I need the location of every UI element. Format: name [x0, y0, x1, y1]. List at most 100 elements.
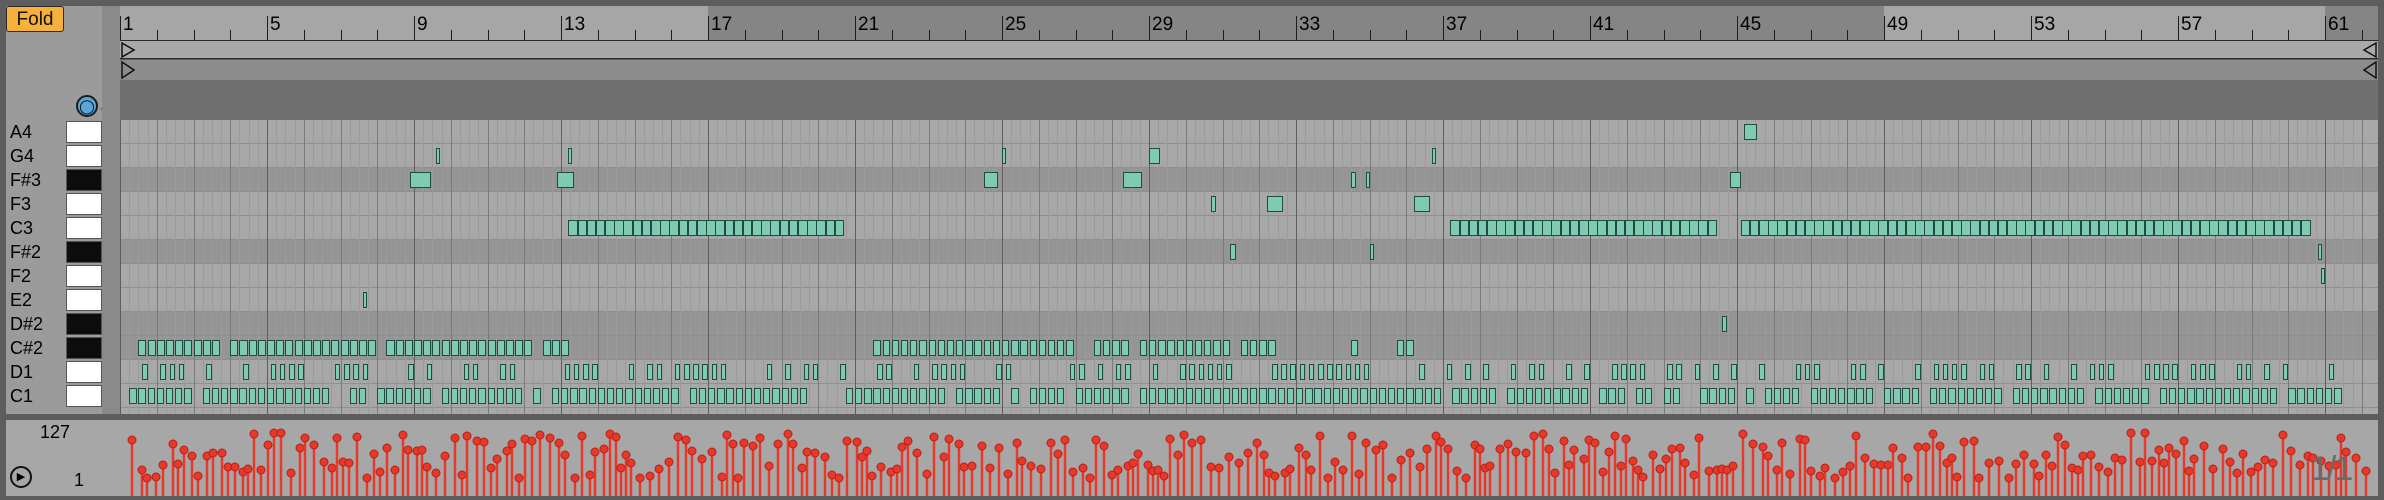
midi-note[interactable] — [662, 388, 670, 404]
midi-note[interactable] — [1635, 388, 1644, 404]
midi-note[interactable] — [1189, 364, 1195, 380]
midi-note[interactable] — [641, 220, 652, 236]
midi-note[interactable] — [1663, 388, 1671, 404]
midi-note[interactable] — [1588, 220, 1598, 236]
midi-note[interactable] — [632, 220, 643, 236]
midi-note[interactable] — [1470, 388, 1478, 404]
midi-note[interactable] — [1351, 340, 1359, 356]
white-key[interactable] — [66, 289, 102, 311]
midi-note[interactable] — [2172, 364, 2178, 380]
midi-note[interactable] — [946, 340, 955, 356]
midi-note[interactable] — [2080, 220, 2091, 236]
white-key[interactable] — [66, 361, 102, 383]
midi-note[interactable] — [505, 388, 514, 404]
midi-note[interactable] — [230, 340, 239, 356]
midi-note[interactable] — [1718, 388, 1726, 404]
midi-note[interactable] — [706, 220, 716, 236]
midi-note[interactable] — [423, 340, 432, 356]
midi-note[interactable] — [331, 340, 340, 356]
midi-note[interactable] — [1700, 388, 1708, 404]
midi-note[interactable] — [1505, 220, 1516, 236]
midi-note[interactable] — [1226, 364, 1232, 380]
midi-note[interactable] — [2178, 388, 2186, 404]
midi-note[interactable] — [2089, 364, 2096, 380]
midi-note[interactable] — [423, 388, 431, 404]
midi-note[interactable] — [1121, 340, 1129, 356]
midi-note[interactable] — [500, 364, 506, 380]
midi-note[interactable] — [1084, 388, 1093, 404]
midi-note[interactable] — [248, 340, 257, 356]
midi-note[interactable] — [2034, 220, 2045, 236]
midi-note[interactable] — [1424, 388, 1432, 404]
midi-note[interactable] — [1773, 388, 1782, 404]
key-row[interactable]: E2 — [6, 288, 102, 312]
midi-note[interactable] — [614, 220, 624, 236]
play-icon[interactable]: ▶ — [10, 466, 32, 488]
midi-note[interactable] — [1933, 364, 1940, 380]
midi-note[interactable] — [913, 364, 920, 380]
midi-note[interactable] — [551, 388, 560, 404]
midi-note[interactable] — [1924, 220, 1934, 236]
midi-note[interactable] — [2172, 220, 2183, 236]
midi-note[interactable] — [1542, 220, 1552, 236]
midi-note[interactable] — [1112, 340, 1120, 356]
white-key[interactable] — [66, 193, 102, 215]
midi-note[interactable] — [1066, 340, 1074, 356]
midi-note[interactable] — [2196, 388, 2204, 404]
midi-note[interactable] — [221, 388, 229, 404]
midi-note[interactable] — [414, 340, 423, 356]
midi-note[interactable] — [395, 340, 404, 356]
midi-note[interactable] — [2163, 220, 2173, 236]
midi-note[interactable] — [1634, 220, 1644, 236]
midi-note[interactable] — [279, 364, 286, 380]
midi-note[interactable] — [2135, 220, 2146, 236]
midi-note[interactable] — [1639, 364, 1646, 380]
midi-note[interactable] — [408, 364, 414, 380]
midi-note[interactable] — [322, 340, 331, 356]
midi-note[interactable] — [1597, 220, 1607, 236]
key-row[interactable]: G4 — [6, 144, 102, 168]
midi-note[interactable] — [1121, 388, 1129, 404]
midi-note[interactable] — [2108, 220, 2118, 236]
midi-note[interactable] — [1299, 364, 1306, 380]
midi-note[interactable] — [1332, 388, 1341, 404]
midi-note[interactable] — [684, 364, 690, 380]
midi-note[interactable] — [2095, 388, 2103, 404]
midi-note[interactable] — [1516, 388, 1524, 404]
midi-note[interactable] — [2334, 388, 2342, 404]
midi-note[interactable] — [742, 220, 753, 236]
preview-headphones-icon[interactable]: ◯ — [76, 95, 98, 117]
midi-note[interactable] — [2098, 364, 2105, 380]
midi-note[interactable] — [1810, 388, 1818, 404]
midi-note[interactable] — [928, 388, 936, 404]
midi-note[interactable] — [1433, 388, 1442, 404]
midi-note[interactable] — [1786, 220, 1797, 236]
midi-note[interactable] — [983, 340, 991, 356]
midi-note[interactable] — [1103, 388, 1111, 404]
midi-note[interactable] — [956, 388, 964, 404]
midi-note[interactable] — [1676, 364, 1682, 380]
midi-note[interactable] — [726, 388, 734, 404]
midi-note[interactable] — [2200, 364, 2206, 380]
midi-note[interactable] — [1314, 388, 1322, 404]
midi-note[interactable] — [542, 340, 551, 356]
midi-note[interactable] — [2181, 220, 2192, 236]
midi-note[interactable] — [678, 220, 689, 236]
midi-note[interactable] — [1216, 364, 1223, 380]
midi-note[interactable] — [1985, 388, 1993, 404]
midi-note[interactable] — [1272, 364, 1278, 380]
midi-note[interactable] — [349, 388, 358, 404]
midi-note[interactable] — [2200, 220, 2210, 236]
midi-note[interactable] — [1988, 220, 1999, 236]
midi-note[interactable] — [414, 388, 422, 404]
midi-note[interactable] — [1296, 388, 1304, 404]
white-key[interactable] — [66, 217, 102, 239]
midi-note[interactable] — [1093, 388, 1102, 404]
midi-note[interactable] — [184, 340, 193, 356]
midi-note[interactable] — [358, 388, 367, 404]
midi-note[interactable] — [790, 388, 799, 404]
midi-note[interactable] — [1514, 220, 1525, 236]
midi-note[interactable] — [647, 364, 653, 380]
midi-note[interactable] — [825, 220, 836, 236]
midi-note[interactable] — [1571, 388, 1579, 404]
